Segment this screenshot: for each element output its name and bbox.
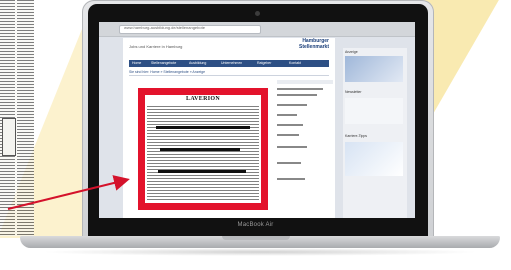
arrow-icon [7,175,130,210]
